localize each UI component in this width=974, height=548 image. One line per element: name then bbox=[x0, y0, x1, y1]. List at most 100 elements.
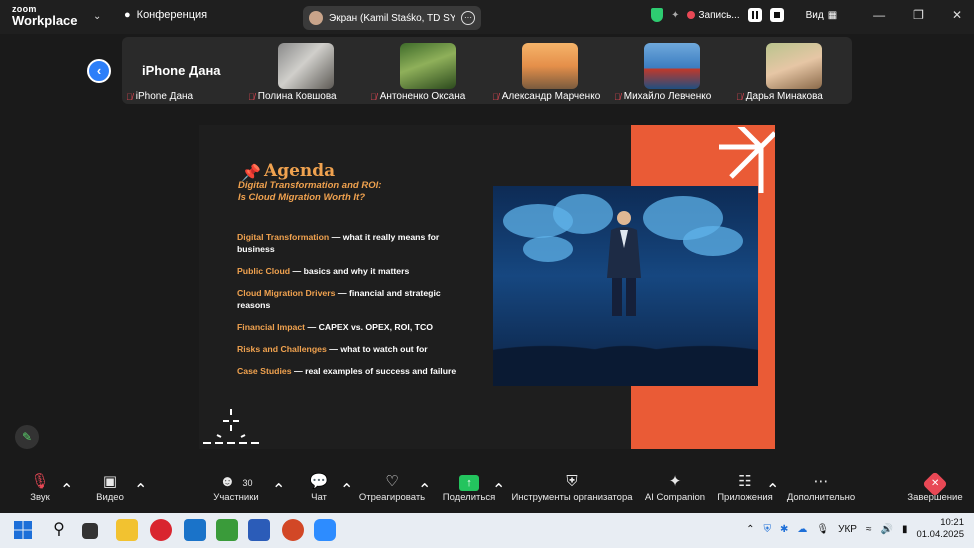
participant-photo bbox=[644, 43, 700, 89]
collapse-strip-button[interactable]: ‹ bbox=[87, 59, 111, 83]
host-tools-label: Инструменты организатора bbox=[511, 492, 633, 503]
chat-options-chevron-icon[interactable]: ⌃ bbox=[340, 480, 353, 500]
minimize-icon[interactable]: — bbox=[873, 8, 885, 22]
search-icon[interactable]: ⚲ bbox=[48, 519, 70, 541]
clock-date: 01.04.2025 bbox=[916, 529, 964, 540]
zoom-app-icon[interactable] bbox=[314, 519, 336, 541]
share-screen-button[interactable]: ↑ Поделиться bbox=[442, 472, 496, 503]
record-dot-icon bbox=[687, 11, 696, 19]
host-tools-button[interactable]: ⛨ Инструменты организатора bbox=[510, 472, 634, 503]
word-icon[interactable] bbox=[248, 519, 270, 541]
battery-icon[interactable]: ▮ bbox=[902, 524, 908, 535]
sparkle-decoration bbox=[203, 409, 259, 444]
participant-label: 🎙̸ iPhone Дана bbox=[126, 91, 193, 102]
speaker-figure bbox=[607, 211, 641, 316]
shared-screen-slide: 📌 Agenda Digital Transformation and ROI:… bbox=[199, 125, 775, 449]
reactions-button[interactable]: ♡ Отреагировать bbox=[358, 472, 426, 503]
start-windows-icon[interactable] bbox=[12, 519, 34, 541]
share-up-arrow-icon: ↑ bbox=[459, 475, 479, 491]
participant-photo bbox=[766, 43, 822, 89]
agenda-item-rest: — basics and why it matters bbox=[290, 266, 410, 276]
video-options-chevron-icon[interactable]: ⌃ bbox=[134, 480, 147, 500]
agenda-item-rest: — CAPEX vs. OPEX, ROI, TCO bbox=[305, 322, 434, 332]
agenda-item: Financial Impact — CAPEX vs. OPEX, ROI, … bbox=[237, 322, 469, 334]
bluetooth-icon[interactable]: ✱ bbox=[780, 524, 788, 535]
restore-icon[interactable]: ❐ bbox=[913, 8, 924, 22]
participant-photo bbox=[400, 43, 456, 89]
share-label: Экран (Kamil Staśko, TD SYNNEX bbox=[329, 12, 455, 24]
file-explorer-icon[interactable] bbox=[116, 519, 138, 541]
clock[interactable]: 10:21 01.04.2025 bbox=[916, 517, 964, 541]
agenda-item-rest: — real examples of success and failure bbox=[291, 366, 457, 376]
sharer-avatar bbox=[309, 11, 323, 25]
more-options-icon[interactable]: ··· bbox=[461, 11, 475, 25]
store-icon[interactable] bbox=[216, 519, 238, 541]
participant-tile[interactable]: 🎙̸ Дарья Минакова bbox=[732, 37, 854, 104]
reactions-options-chevron-icon[interactable]: ⌃ bbox=[418, 480, 431, 500]
record-status[interactable]: Запись... bbox=[687, 9, 740, 21]
heart-icon: ♡ bbox=[385, 473, 399, 490]
screen-share-indicator[interactable]: Экран (Kamil Staśko, TD SYNNEX ··· bbox=[303, 6, 481, 30]
zoom-logo: zoom Workplace bbox=[12, 5, 78, 28]
more-button[interactable]: ⋯ Дополнительно bbox=[784, 472, 858, 503]
mic-muted-icon: 🎙̸ bbox=[614, 91, 621, 102]
mic-muted-icon: 🎙̸ bbox=[370, 91, 377, 102]
clock-time: 10:21 bbox=[940, 517, 964, 528]
end-icon-wrap: ✕ bbox=[904, 471, 966, 497]
opera-icon[interactable] bbox=[150, 519, 172, 541]
video-label: Видео bbox=[96, 492, 124, 503]
wifi-icon[interactable]: ≈ bbox=[866, 524, 872, 535]
view-button[interactable]: Вид ▦ bbox=[806, 10, 838, 21]
participant-tile[interactable]: 🎙̸ Александр Марченко bbox=[488, 37, 610, 104]
meeting-info-button[interactable]: ● Конференция bbox=[124, 9, 207, 21]
close-icon[interactable]: ✕ bbox=[952, 8, 962, 22]
participants-icon-wrap: ☻ 30 bbox=[208, 472, 264, 492]
participant-name: Полина Ковшова bbox=[257, 91, 337, 102]
annotate-pen-button[interactable]: ✎ bbox=[15, 425, 39, 449]
agenda-item-head: Public Cloud bbox=[237, 266, 291, 276]
participant-tile[interactable]: 🎙̸ Полина Ковшова bbox=[244, 37, 366, 104]
top-right-controls: ✦ Запись... Вид ▦ — ❐ ✕ bbox=[651, 8, 962, 22]
powerpoint-icon[interactable] bbox=[282, 519, 304, 541]
audio-options-chevron-icon[interactable]: ⌃ bbox=[60, 480, 73, 500]
meeting-toolbar: 🎙 Звук ⌃ ▣ Видео ⌃ ☻ 30 Участники ⌃ 💬 Ча… bbox=[0, 466, 974, 512]
share-icon-wrap: ↑ bbox=[442, 472, 496, 492]
microphone-icon[interactable]: 🎙 bbox=[816, 524, 829, 535]
volume-icon[interactable]: 🔊 bbox=[880, 524, 892, 535]
paw-icon: ● bbox=[124, 9, 131, 21]
participant-label: 🎙̸ Полина Ковшова bbox=[248, 91, 337, 102]
agenda-item: Cloud Migration Drivers — financial and … bbox=[237, 288, 469, 311]
audio-button[interactable]: 🎙 Звук bbox=[22, 472, 58, 503]
apps-options-chevron-icon[interactable]: ⌃ bbox=[766, 480, 779, 500]
participants-options-chevron-icon[interactable]: ⌃ bbox=[272, 480, 285, 500]
participant-tile[interactable]: 🎙̸ Антоненко Оксана bbox=[366, 37, 488, 104]
participant-tile[interactable]: 🎙̸ Михайло Левченко bbox=[610, 37, 732, 104]
ai-sparkle-icon: ✦ bbox=[668, 473, 682, 490]
agenda-item-head: Digital Transformation bbox=[237, 232, 330, 242]
participant-strip: iPhone Дана 🎙̸ iPhone Дана 🎙̸ Полина Ков… bbox=[122, 37, 852, 104]
participant-label: 🎙̸ Антоненко Оксана bbox=[370, 91, 465, 102]
sparkle-icon[interactable]: ✦ bbox=[671, 10, 679, 21]
defender-icon[interactable]: ⛨ bbox=[764, 524, 772, 535]
record-label: Запись... bbox=[698, 9, 740, 21]
pause-recording-button[interactable] bbox=[747, 8, 762, 22]
onedrive-icon[interactable]: ☁ bbox=[797, 524, 807, 535]
chevron-down-icon[interactable]: ⌄ bbox=[93, 11, 101, 22]
participant-tile[interactable]: iPhone Дана 🎙̸ iPhone Дана bbox=[122, 37, 244, 104]
agenda-item-head: Cloud Migration Drivers bbox=[237, 288, 336, 298]
stop-recording-button[interactable] bbox=[769, 8, 784, 22]
task-view-icon[interactable] bbox=[82, 523, 98, 539]
share-options-chevron-icon[interactable]: ⌃ bbox=[492, 480, 505, 500]
view-label: Вид bbox=[805, 9, 824, 21]
participants-button[interactable]: ☻ 30 Участники bbox=[208, 472, 264, 503]
tray-overflow-chevron-icon[interactable]: ⌃ bbox=[746, 524, 754, 535]
grid-icon: ▦ bbox=[827, 9, 838, 21]
keyboard-language[interactable]: УКР bbox=[838, 524, 857, 535]
security-shield-icon[interactable] bbox=[651, 8, 664, 22]
host-name-large: iPhone Дана bbox=[142, 63, 221, 78]
ai-companion-button[interactable]: ✦ AI Companion bbox=[644, 472, 706, 503]
chat-button[interactable]: 💬 Чат bbox=[304, 472, 334, 503]
outlook-icon[interactable] bbox=[184, 519, 206, 541]
end-meeting-button[interactable]: ✕ Завершение bbox=[904, 471, 966, 503]
video-button[interactable]: ▣ Видео bbox=[92, 472, 128, 503]
